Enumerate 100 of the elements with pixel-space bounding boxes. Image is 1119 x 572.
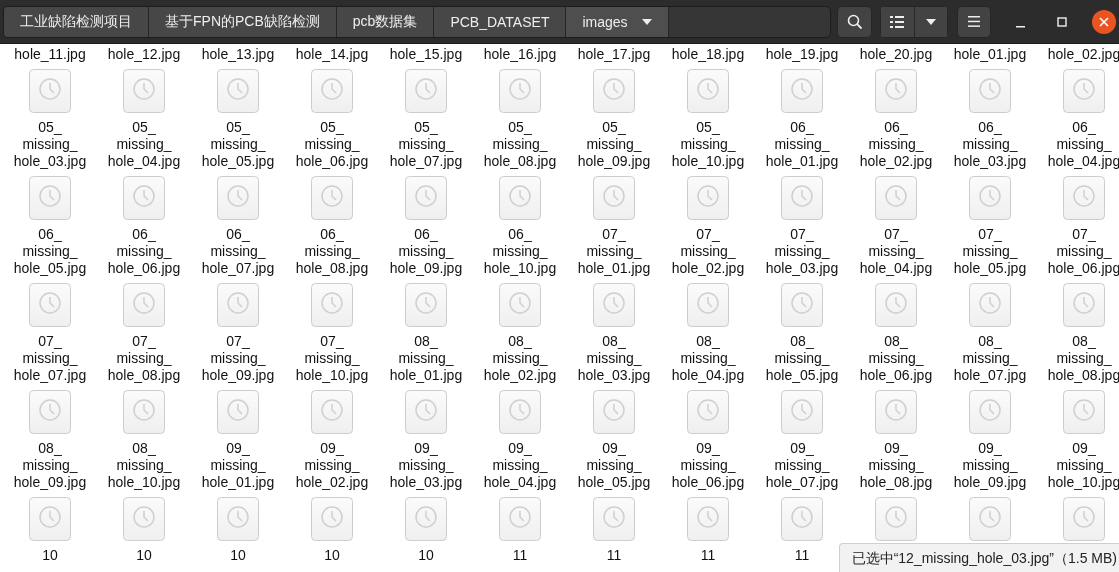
clock-icon: [123, 176, 165, 220]
file-name[interactable]: 07_ missing_ hole_09.jpg: [201, 333, 275, 384]
file-name[interactable]: 08_ missing_ hole_10.jpg: [107, 440, 181, 491]
file-name[interactable]: 11: [512, 547, 528, 564]
path-segment[interactable]: images: [566, 6, 669, 37]
file-name[interactable]: 09_ missing_ hole_01.jpg: [201, 440, 275, 491]
file-name[interactable]: hole_17.jpg: [577, 46, 651, 63]
file-name[interactable]: 09_ missing_ hole_05.jpg: [577, 440, 651, 491]
file-name[interactable]: 06_ missing_ hole_06.jpg: [107, 226, 181, 277]
clock-icon: [875, 283, 917, 327]
view-options-button[interactable]: [914, 5, 949, 38]
file-name[interactable]: 07_ missing_ hole_05.jpg: [953, 226, 1027, 277]
file-name[interactable]: 08_ missing_ hole_02.jpg: [483, 333, 557, 384]
clock-icon: [781, 497, 823, 541]
clock-icon: [311, 176, 353, 220]
file-name[interactable]: hole_02.jpg: [1047, 46, 1119, 63]
file-name[interactable]: 06_ missing_ hole_09.jpg: [389, 226, 463, 277]
file-name[interactable]: 07_ missing_ hole_07.jpg: [13, 333, 87, 384]
clock-icon: [969, 497, 1011, 541]
view-list-button[interactable]: [880, 5, 915, 38]
menu-icon: [968, 16, 981, 27]
file-name[interactable]: hole_11.jpg: [14, 46, 86, 63]
path-segment[interactable]: 基于FPN的PCB缺陷检测: [149, 6, 337, 37]
file-name[interactable]: hole_20.jpg: [859, 46, 933, 63]
file-name[interactable]: 08_ missing_ hole_04.jpg: [671, 333, 745, 384]
clock-icon: [687, 497, 729, 541]
clock-icon: [29, 283, 71, 327]
file-name[interactable]: 11: [794, 547, 810, 564]
file-name[interactable]: 07_ missing_ hole_01.jpg: [577, 226, 651, 277]
file-name[interactable]: 09_ missing_ hole_07.jpg: [765, 440, 839, 491]
file-name[interactable]: 09_ missing_ hole_09.jpg: [953, 440, 1027, 491]
file-name[interactable]: 09_ missing_ hole_10.jpg: [1047, 440, 1119, 491]
clock-icon: [499, 176, 541, 220]
file-name[interactable]: hole_16.jpg: [483, 46, 557, 63]
file-name[interactable]: 10: [418, 547, 434, 564]
file-name[interactable]: 08_ missing_ hole_01.jpg: [389, 333, 463, 384]
file-name[interactable]: 06_ missing_ hole_03.jpg: [953, 119, 1027, 170]
file-name[interactable]: 08_ missing_ hole_06.jpg: [859, 333, 933, 384]
search-button[interactable]: [837, 5, 872, 38]
file-name[interactable]: 07_ missing_ hole_06.jpg: [1047, 226, 1119, 277]
file-name[interactable]: hole_01.jpg: [953, 46, 1027, 63]
file-name[interactable]: 08_ missing_ hole_07.jpg: [953, 333, 1027, 384]
file-name[interactable]: 07_ missing_ hole_02.jpg: [671, 226, 745, 277]
file-name[interactable]: 11: [700, 547, 716, 564]
file-name[interactable]: 07_ missing_ hole_04.jpg: [859, 226, 933, 277]
clock-icon: [1063, 176, 1105, 220]
file-name[interactable]: 07_ missing_ hole_08.jpg: [107, 333, 181, 384]
clock-icon: [1063, 497, 1105, 541]
file-name[interactable]: 05_ missing_ hole_09.jpg: [577, 119, 651, 170]
file-name[interactable]: 05_ missing_ hole_03.jpg: [13, 119, 87, 170]
file-name[interactable]: 05_ missing_ hole_08.jpg: [483, 119, 557, 170]
clock-icon: [123, 69, 165, 113]
file-name[interactable]: 10: [136, 547, 152, 564]
file-name[interactable]: 08_ missing_ hole_09.jpg: [13, 440, 87, 491]
path-segment[interactable]: 工业缺陷检测项目: [4, 6, 149, 37]
status-text: 已选中“12_missing_hole_03.jpg”（1.5 MB): [838, 543, 1119, 572]
file-name[interactable]: 05_ missing_ hole_06.jpg: [295, 119, 369, 170]
file-name[interactable]: hole_19.jpg: [765, 46, 839, 63]
clock-icon: [311, 497, 353, 541]
file-name[interactable]: hole_14.jpg: [295, 46, 369, 63]
file-name[interactable]: 10: [42, 547, 58, 564]
clock-icon: [405, 176, 447, 220]
file-name[interactable]: 06_ missing_ hole_05.jpg: [13, 226, 87, 277]
path-segment[interactable]: PCB_DATASET: [434, 6, 567, 37]
file-name[interactable]: 06_ missing_ hole_02.jpg: [859, 119, 933, 170]
clock-icon: [781, 390, 823, 434]
file-name[interactable]: 09_ missing_ hole_08.jpg: [859, 440, 933, 491]
file-name[interactable]: 10: [324, 547, 340, 564]
file-name[interactable]: 06_ missing_ hole_07.jpg: [201, 226, 275, 277]
file-name[interactable]: 05_ missing_ hole_04.jpg: [107, 119, 181, 170]
file-name[interactable]: 09_ missing_ hole_03.jpg: [389, 440, 463, 491]
clock-icon: [593, 69, 635, 113]
file-name[interactable]: hole_13.jpg: [201, 46, 275, 63]
file-name[interactable]: 09_ missing_ hole_06.jpg: [671, 440, 745, 491]
clock-icon: [217, 497, 259, 541]
file-name[interactable]: 07_ missing_ hole_10.jpg: [295, 333, 369, 384]
file-name[interactable]: 11: [606, 547, 622, 564]
clock-icon: [875, 69, 917, 113]
file-name[interactable]: 06_ missing_ hole_10.jpg: [483, 226, 557, 277]
file-name[interactable]: hole_15.jpg: [389, 46, 463, 63]
path-segment[interactable]: pcb数据集: [336, 6, 435, 37]
file-name[interactable]: 08_ missing_ hole_03.jpg: [577, 333, 651, 384]
file-name[interactable]: 05_ missing_ hole_05.jpg: [201, 119, 275, 170]
file-name[interactable]: 09_ missing_ hole_02.jpg: [295, 440, 369, 491]
file-name[interactable]: 06_ missing_ hole_04.jpg: [1047, 119, 1119, 170]
clock-icon: [499, 497, 541, 541]
file-name[interactable]: 05_ missing_ hole_10.jpg: [671, 119, 745, 170]
file-name[interactable]: hole_18.jpg: [671, 46, 745, 63]
file-name[interactable]: 08_ missing_ hole_08.jpg: [1047, 333, 1119, 384]
file-name[interactable]: 05_ missing_ hole_07.jpg: [389, 119, 463, 170]
file-name[interactable]: 08_ missing_ hole_05.jpg: [765, 333, 839, 384]
clock-icon: [217, 69, 259, 113]
file-name[interactable]: 07_ missing_ hole_03.jpg: [765, 226, 839, 277]
file-name[interactable]: 09_ missing_ hole_04.jpg: [483, 440, 557, 491]
file-name[interactable]: 10: [230, 547, 246, 564]
file-name[interactable]: 06_ missing_ hole_01.jpg: [765, 119, 839, 170]
menu-button[interactable]: [957, 5, 991, 38]
file-name[interactable]: hole_12.jpg: [107, 46, 181, 63]
file-name[interactable]: 06_ missing_ hole_08.jpg: [295, 226, 369, 277]
clock-icon: [499, 69, 541, 113]
